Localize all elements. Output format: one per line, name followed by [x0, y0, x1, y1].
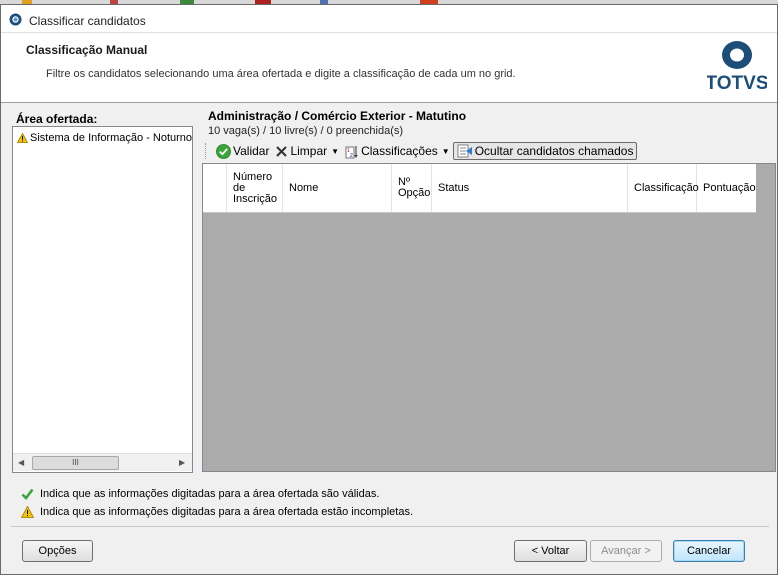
candidates-grid[interactable]: Número de Inscrição Nome Nº Opção Status… [202, 163, 776, 472]
col-numero-inscricao[interactable]: Número de Inscrição [227, 164, 283, 212]
check-circle-icon [216, 143, 231, 159]
scroll-thumb[interactable]: III [32, 456, 119, 470]
title-bar[interactable]: Classificar candidatos [1, 5, 777, 33]
green-check-icon [21, 488, 34, 500]
col-pontuacao[interactable]: Pontuação [697, 164, 756, 212]
limpar-label: Limpar [290, 144, 328, 158]
validar-label: Validar [233, 144, 270, 158]
svg-text:2: 2 [350, 153, 353, 159]
app-icon [9, 13, 22, 26]
validar-button[interactable]: Validar [213, 142, 272, 160]
limpar-button[interactable]: Limpar [272, 142, 330, 160]
legend-incomplete: Indica que as informações digitadas para… [21, 506, 413, 518]
ocultar-label: Ocultar candidatos chamados [474, 144, 634, 158]
warning-icon [21, 506, 34, 518]
grid-scroll-area [756, 164, 775, 212]
area-ofertada-list[interactable]: Sistema de Informação - Noturno ◀ III ▶ [12, 126, 193, 473]
page-title: Classificação Manual [26, 43, 148, 57]
page-description: Filtre os candidatos selecionando uma ár… [46, 68, 516, 80]
classificacoes-dropdown-icon[interactable]: ▼ [442, 147, 450, 156]
col-status[interactable]: Status [432, 164, 628, 212]
list-item-label: Sistema de Informação - Noturno [30, 132, 193, 144]
wizard-header: Classificação Manual Filtre os candidato… [1, 33, 777, 103]
classificacoes-button[interactable]: 1 2 Classificações [342, 142, 441, 160]
legend-valid: Indica que as informações digitadas para… [21, 488, 379, 500]
grid-header: Número de Inscrição Nome Nº Opção Status… [203, 164, 756, 213]
warning-icon [17, 133, 28, 143]
legend-valid-text: Indica que as informações digitadas para… [40, 488, 380, 500]
classificacoes-label: Classificações [361, 144, 438, 158]
ocultar-candidatos-toggle[interactable]: Ocultar candidatos chamados [452, 142, 638, 160]
row-selector-header [203, 164, 227, 212]
close-icon [276, 145, 288, 157]
horizontal-scrollbar[interactable]: ◀ III ▶ [13, 453, 192, 471]
col-n-opcao[interactable]: Nº Opção [392, 164, 432, 212]
cancelar-button[interactable]: Cancelar [673, 540, 745, 562]
grid-toolbar: Validar Limpar ▼ 1 2 Classificações ▼ Oc… [205, 141, 638, 161]
opcoes-button[interactable]: Opções [22, 540, 93, 562]
voltar-button[interactable]: < Voltar [514, 540, 587, 562]
window-title: Classificar candidatos [29, 14, 146, 28]
limpar-dropdown-icon[interactable]: ▼ [331, 147, 339, 156]
area-ofertada-label: Área ofertada: [16, 112, 98, 126]
totvs-logo: TOTVS [707, 41, 767, 94]
col-nome[interactable]: Nome [283, 164, 392, 212]
col-classificacao[interactable]: Classificação [628, 164, 699, 212]
list-item[interactable]: Sistema de Informação - Noturno [17, 132, 192, 144]
scroll-left-icon[interactable]: ◀ [18, 458, 24, 467]
course-title: Administração / Comércio Exterior - Matu… [208, 109, 467, 123]
scroll-right-icon[interactable]: ▶ [179, 458, 185, 467]
wizard-window: Classificar candidatos Classificação Man… [0, 4, 778, 575]
svg-text:TOTVS: TOTVS [707, 73, 767, 94]
legend-incomplete-text: Indica que as informações digitadas para… [40, 506, 414, 518]
toolbar-grip [205, 143, 209, 159]
sort-numbers-icon: 1 2 [345, 145, 358, 159]
avancar-button[interactable]: Avançar > [590, 540, 662, 562]
course-stats: 10 vaga(s) / 10 livre(s) / 0 preenchida(… [208, 125, 404, 137]
hide-rows-icon [457, 144, 472, 158]
footer-separator [11, 526, 769, 527]
